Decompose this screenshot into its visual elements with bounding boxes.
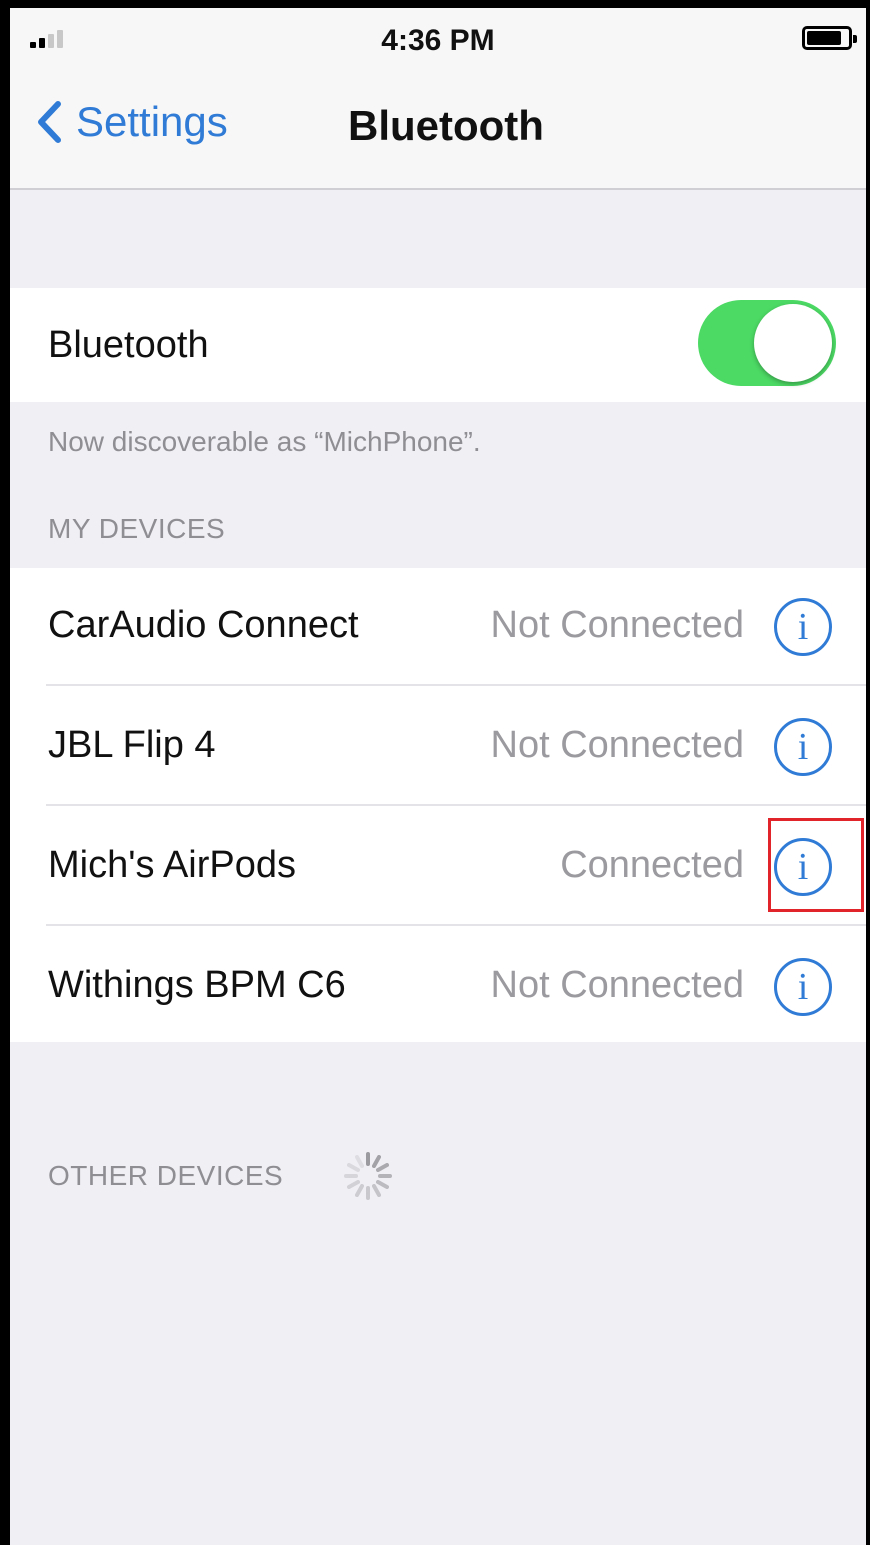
device-name: JBL Flip 4 <box>48 724 216 766</box>
bluetooth-toggle-group: Bluetooth <box>10 288 866 402</box>
loading-spinner-icon <box>344 1152 392 1200</box>
phone-screen: 4:36 PM Settings Bluetooth Bluetooth Now… <box>0 0 870 1545</box>
chevron-left-icon <box>38 101 61 143</box>
info-icon: i <box>797 726 809 768</box>
back-button-label: Settings <box>76 98 228 145</box>
status-time: 4:36 PM <box>381 24 495 57</box>
device-row[interactable]: Mich's AirPods Connected i <box>10 808 866 926</box>
my-devices-list: CarAudio Connect Not Connected i JBL Fli… <box>10 568 866 1042</box>
device-row[interactable]: JBL Flip 4 Not Connected i <box>10 688 866 806</box>
device-name: CarAudio Connect <box>48 604 359 646</box>
info-icon: i <box>797 606 809 648</box>
status-bar: 4:36 PM <box>10 8 866 68</box>
bluetooth-toggle[interactable] <box>698 300 836 386</box>
info-button[interactable]: i <box>774 958 832 1016</box>
back-button[interactable]: Settings <box>36 98 228 146</box>
highlight-box <box>768 818 864 912</box>
device-name: Mich's AirPods <box>48 844 297 886</box>
device-row[interactable]: Withings BPM C6 Not Connected i <box>10 928 866 1046</box>
device-status: Not Connected <box>490 964 745 1006</box>
device-status: Not Connected <box>490 724 745 766</box>
bluetooth-label: Bluetooth <box>48 323 209 366</box>
other-devices-header: OTHER DEVICES <box>48 1160 284 1191</box>
row-divider <box>46 924 866 926</box>
device-name: Withings BPM C6 <box>48 964 346 1006</box>
row-divider <box>46 684 866 686</box>
toggle-knob <box>754 304 832 382</box>
bluetooth-row: Bluetooth <box>10 288 866 402</box>
row-divider <box>46 804 866 806</box>
device-status: Not Connected <box>490 604 745 646</box>
info-button[interactable]: i <box>774 598 832 656</box>
discoverable-note: Now discoverable as “MichPhone”. <box>48 426 481 457</box>
page-title: Bluetooth <box>348 102 544 149</box>
device-status: Connected <box>560 844 744 886</box>
navigation-bar: Settings Bluetooth <box>10 68 866 190</box>
info-button[interactable]: i <box>774 718 832 776</box>
device-row[interactable]: CarAudio Connect Not Connected i <box>10 568 866 686</box>
my-devices-header: MY DEVICES <box>48 513 226 544</box>
battery-icon <box>802 26 857 50</box>
info-icon: i <box>797 966 809 1008</box>
